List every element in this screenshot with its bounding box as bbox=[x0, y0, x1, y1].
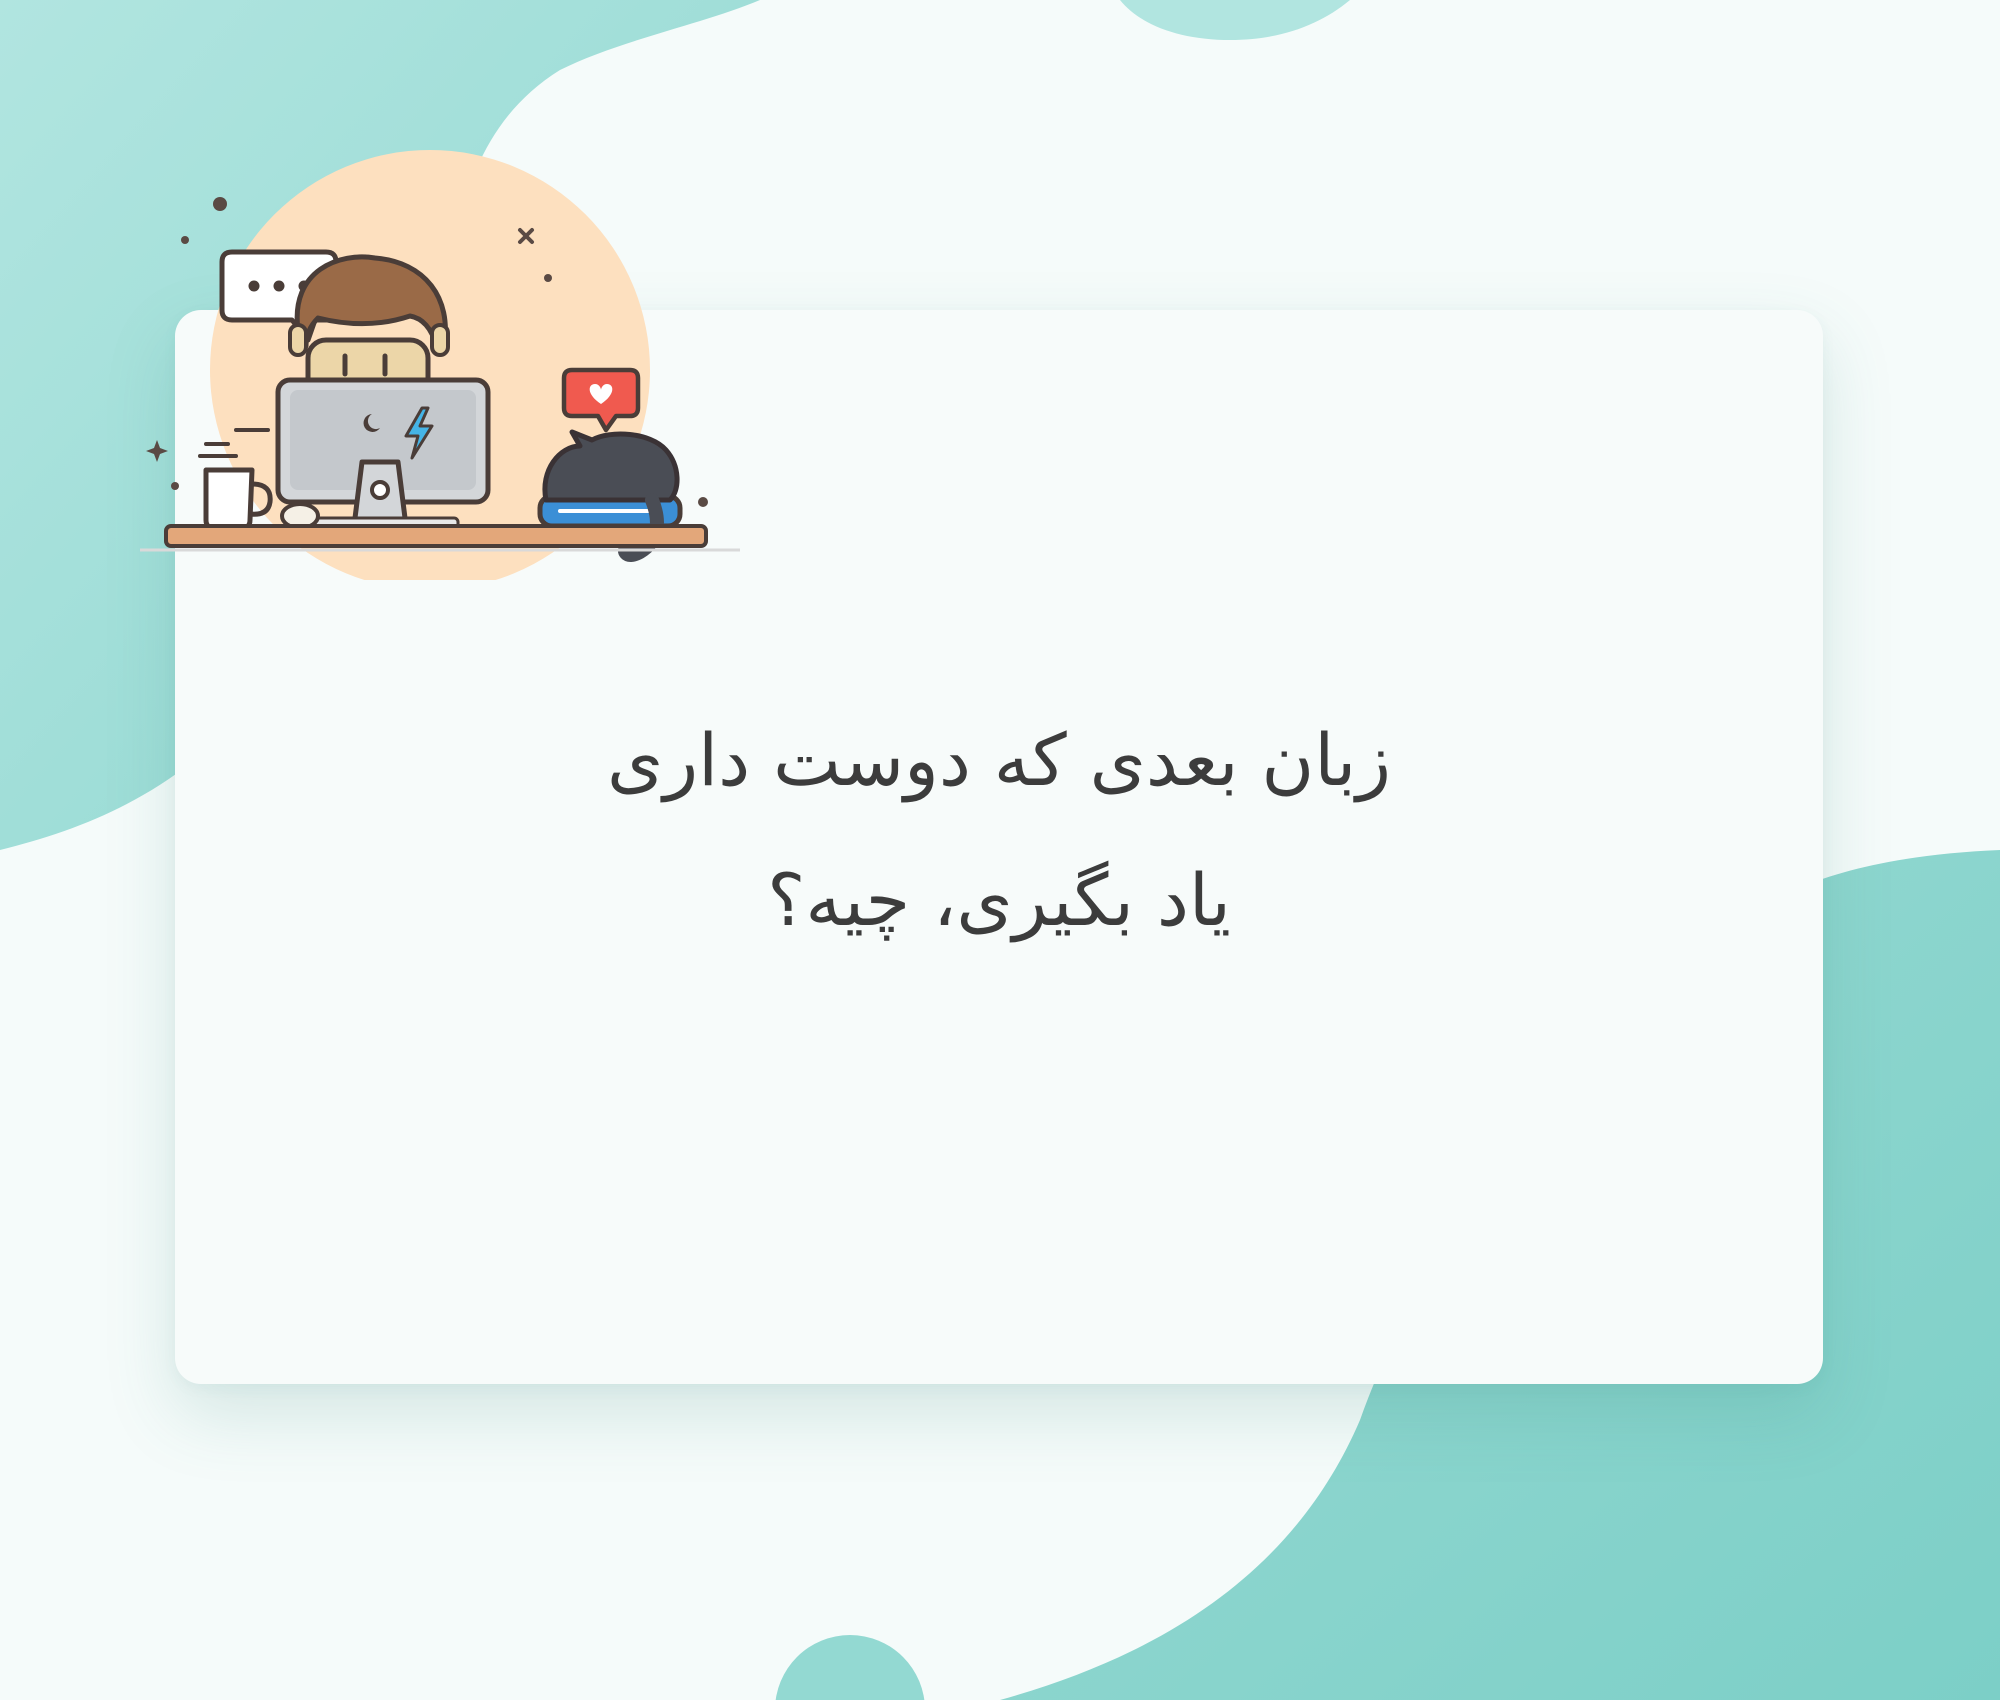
question-line-2: یاد بگیری، چیه؟ bbox=[767, 858, 1231, 942]
question-line-1: زبان بعدی که دوست داری bbox=[606, 718, 1392, 802]
developer-illustration bbox=[140, 150, 740, 580]
desk-icon bbox=[140, 524, 740, 552]
blob-top-center bbox=[1120, 0, 1350, 40]
sparkle-dot bbox=[213, 197, 227, 211]
sparkle-icon bbox=[146, 440, 168, 462]
blob-bottom-center bbox=[775, 1635, 925, 1700]
sparkle-dot bbox=[181, 236, 189, 244]
sparkle-dot bbox=[544, 274, 552, 282]
question-text: زبان بعدی که دوست داری یاد بگیری، چیه؟ bbox=[175, 690, 1823, 970]
sparkle-dot bbox=[171, 482, 179, 490]
slide: زبان بعدی که دوست داری یاد بگیری، چیه؟ bbox=[0, 0, 2000, 1700]
sparkle-dot bbox=[698, 497, 708, 507]
